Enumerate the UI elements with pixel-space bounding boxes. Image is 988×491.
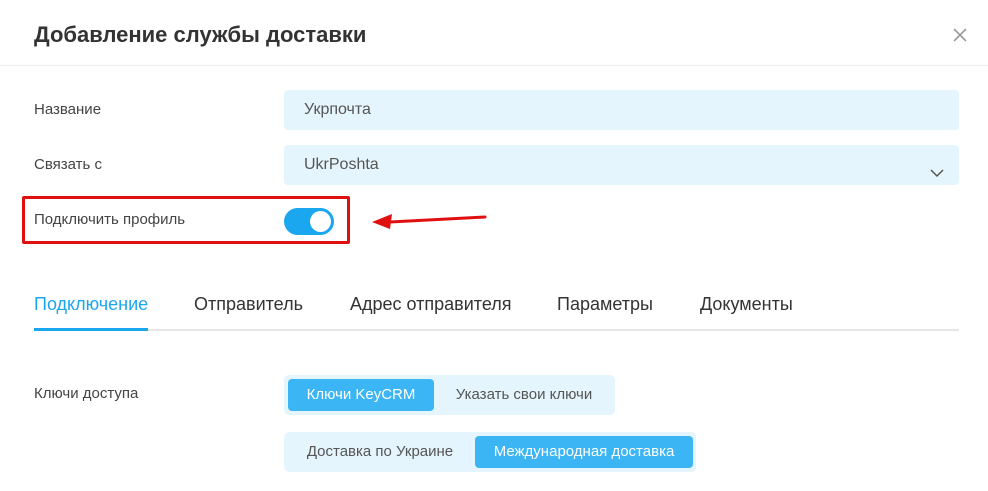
name-label: Название — [34, 101, 102, 118]
tab-connection[interactable]: Подключение — [34, 294, 149, 331]
international-delivery-button[interactable]: Международная доставка — [475, 436, 693, 468]
keys-segmented-control: Ключи KeyCRM Указать свои ключи — [284, 375, 615, 415]
delivery-segmented-control: Доставка по Украине Международная достав… — [284, 432, 696, 472]
link-label: Связать с — [34, 156, 102, 173]
tab-bar: Подключение Отправитель Адрес отправител… — [34, 294, 959, 331]
own-keys-button[interactable]: Указать свои ключи — [438, 379, 610, 411]
highlight-box — [22, 196, 350, 244]
dialog-title: Добавление службы доставки — [34, 22, 367, 47]
tab-sender-address[interactable]: Адрес отправителя — [350, 294, 511, 331]
annotation-arrow-icon — [372, 214, 487, 229]
close-icon[interactable] — [951, 26, 969, 44]
keycrm-keys-button[interactable]: Ключи KeyCRM — [288, 379, 434, 411]
link-select-value: UkrPoshta — [304, 156, 379, 173]
name-input[interactable]: Укрпочта — [284, 90, 959, 130]
chevron-down-icon — [929, 157, 945, 178]
link-select[interactable]: UkrPoshta — [284, 145, 959, 185]
tab-sender[interactable]: Отправитель — [194, 294, 303, 331]
access-keys-label: Ключи доступа — [34, 385, 139, 402]
dialog-header: Добавление службы доставки — [0, 0, 988, 66]
tab-parameters[interactable]: Параметры — [557, 294, 653, 331]
domestic-delivery-button[interactable]: Доставка по Украине — [290, 436, 470, 468]
tab-documents[interactable]: Документы — [700, 294, 793, 331]
